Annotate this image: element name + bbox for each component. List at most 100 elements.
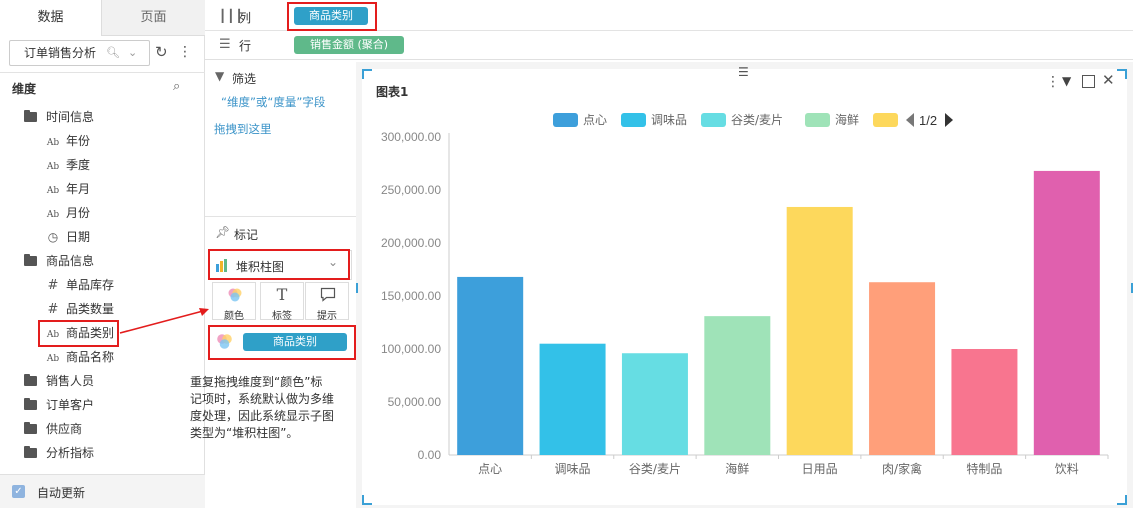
x-tick-label: 饮料 [1055, 462, 1079, 476]
tree-item-label: 单品库存 [66, 278, 115, 292]
annotation-line: 度处理，因此系统显示子图 [190, 409, 335, 423]
legend-label: 谷类/麦片 [731, 113, 783, 127]
dimension-tree: 时间信息 Ab 年份 Ab 季度 Ab 年月 Ab 月份 ◷ 日期 商品信息 # 单品库存 # 品类数量 Ab 商… [24, 105, 199, 465]
dataset-selector[interactable]: 订单销售分析 🔍︎ ⌄ [9, 40, 150, 66]
tree-folder[interactable]: 销售人员 [24, 369, 199, 393]
tooltip-button[interactable]: 提示 [305, 282, 349, 322]
more-icon[interactable]: ⋮ [178, 44, 192, 60]
tree-folder[interactable]: 订单客户 [24, 393, 199, 417]
x-tick-label: 海鲜 [725, 461, 749, 476]
legend-swatch [805, 113, 830, 127]
tree-folder[interactable]: 供应商 [24, 417, 199, 441]
bar [1033, 170, 1100, 456]
auto-update-checkbox[interactable]: ✓ [12, 485, 25, 498]
tree-folder[interactable]: 分析指标 [24, 441, 199, 465]
tree-field[interactable]: Ab 年份 [24, 129, 199, 153]
text-field-icon: Ab [46, 186, 60, 196]
text-field-icon: Ab [46, 210, 60, 220]
tree-item-label: 分析指标 [46, 446, 95, 460]
pin-icon: 📌︎ [215, 225, 231, 239]
tree-item-label: 销售人员 [46, 374, 95, 388]
tree-item-highlight [38, 320, 119, 347]
y-tick-label: 150,000.00 [381, 289, 441, 303]
number-field-icon: # [47, 278, 59, 293]
tree-field[interactable]: ◷ 日期 [24, 225, 199, 249]
filter-icon: ▼ [215, 69, 225, 83]
x-tick-label: 谷类/麦片 [629, 462, 681, 476]
tree-item-label: 时间信息 [46, 110, 95, 124]
legend-swatch [553, 113, 578, 127]
tree-field[interactable]: Ab 月份 [24, 201, 199, 225]
refresh-icon[interactable]: ↻ [155, 43, 168, 61]
color-label: 颜色 [224, 311, 244, 322]
dataset-name: 订单销售分析 [24, 46, 97, 60]
y-tick-label: 0.00 [418, 448, 442, 462]
legend-swatch [873, 113, 898, 127]
annotation-text: 重复拖拽维度到“颜色”标 记项时，系统默认做为多维 度处理，因此系统显示子图 类型为“… [190, 373, 390, 441]
color-pill-highlight [208, 325, 356, 360]
y-tick-label: 200,000.00 [381, 236, 441, 250]
y-tick-label: 300,000.00 [381, 130, 441, 144]
tree-item-label: 年月 [66, 182, 91, 196]
chart-card[interactable]: ☰ ⋮ ▼ ✕ 图表1 0.00 50,000.00 100,000.00 150,0… [356, 65, 1133, 505]
legend-page: 1/2 [919, 113, 937, 128]
row-field-pill[interactable]: 销售金额 (聚合) [294, 36, 404, 54]
tooltip-label: 提示 [317, 311, 337, 322]
tree-folder[interactable]: 商品信息 [24, 249, 199, 273]
tab-page[interactable]: 页面 [102, 0, 205, 36]
tree-folder[interactable]: 时间信息 [24, 105, 199, 129]
bar [704, 316, 771, 455]
folder-icon [24, 254, 37, 266]
tree-item-label: 商品信息 [46, 254, 95, 268]
tree-field[interactable]: Ab 商品名称 [24, 345, 199, 369]
tree-item-label: 订单客户 [46, 398, 95, 412]
filter-hint: “维度”或“度量”字段 [221, 95, 326, 109]
legend-label: 点心 [583, 113, 607, 127]
tree-item-label: 商品名称 [66, 350, 115, 364]
label-button[interactable]: T 标签 [260, 282, 304, 322]
folder-icon [24, 422, 37, 434]
legend-next-icon [945, 113, 953, 127]
dimension-title: 维度 [12, 82, 37, 96]
bar [869, 282, 936, 455]
annotation-line: 类型为“堆积柱图”。 [190, 426, 299, 440]
column-shelf-label: 列 [239, 11, 252, 25]
tree-field[interactable]: Ab 季度 [24, 153, 199, 177]
tab-data[interactable]: 数据 [0, 0, 102, 36]
tree-field[interactable]: Ab 年月 [24, 177, 199, 201]
folder-icon [24, 374, 37, 386]
chevron-down-icon[interactable]: ⌄ [128, 41, 137, 65]
bar [786, 206, 853, 455]
tree-item-label: 年份 [66, 134, 91, 148]
bar [621, 353, 688, 455]
filter-hint-2: 拖拽到这里 [214, 122, 272, 136]
y-tick-label: 100,000.00 [381, 342, 441, 356]
legend-label: 调味品 [651, 113, 687, 127]
text-icon: T [276, 285, 288, 304]
label-label: 标签 [272, 311, 292, 322]
footer: ✓ 自动更新 [0, 474, 205, 508]
x-tick-label: 日用品 [802, 462, 838, 476]
text-field-icon: Ab [46, 162, 60, 172]
tree-item-label: 品类数量 [66, 302, 115, 316]
folder-icon [24, 398, 37, 410]
tree-field[interactable]: # 单品库存 [24, 273, 199, 297]
color-icon [228, 288, 242, 302]
number-field-icon: # [47, 302, 59, 317]
dimension-search-icon[interactable]: ⌕ [173, 79, 180, 94]
text-field-icon: Ab [46, 354, 60, 364]
resize-handle-left[interactable] [356, 283, 358, 293]
bar [951, 349, 1018, 455]
tree-item-label: 季度 [66, 158, 91, 172]
color-button[interactable]: 颜色 [212, 282, 256, 322]
chart-type-highlight [208, 249, 350, 280]
search-icon[interactable]: 🔍︎ [106, 41, 120, 65]
x-tick-label: 肉/家禽 [882, 461, 922, 476]
comment-icon [320, 287, 336, 302]
folder-icon [24, 110, 37, 122]
annotation-line: 记项时，系统默认做为多维 [190, 392, 335, 406]
tree-item-label: 供应商 [46, 422, 83, 436]
annotation-arrow [119, 308, 209, 334]
row-icon: ☰ [219, 37, 231, 52]
row-shelf-label: 行 [239, 39, 252, 53]
